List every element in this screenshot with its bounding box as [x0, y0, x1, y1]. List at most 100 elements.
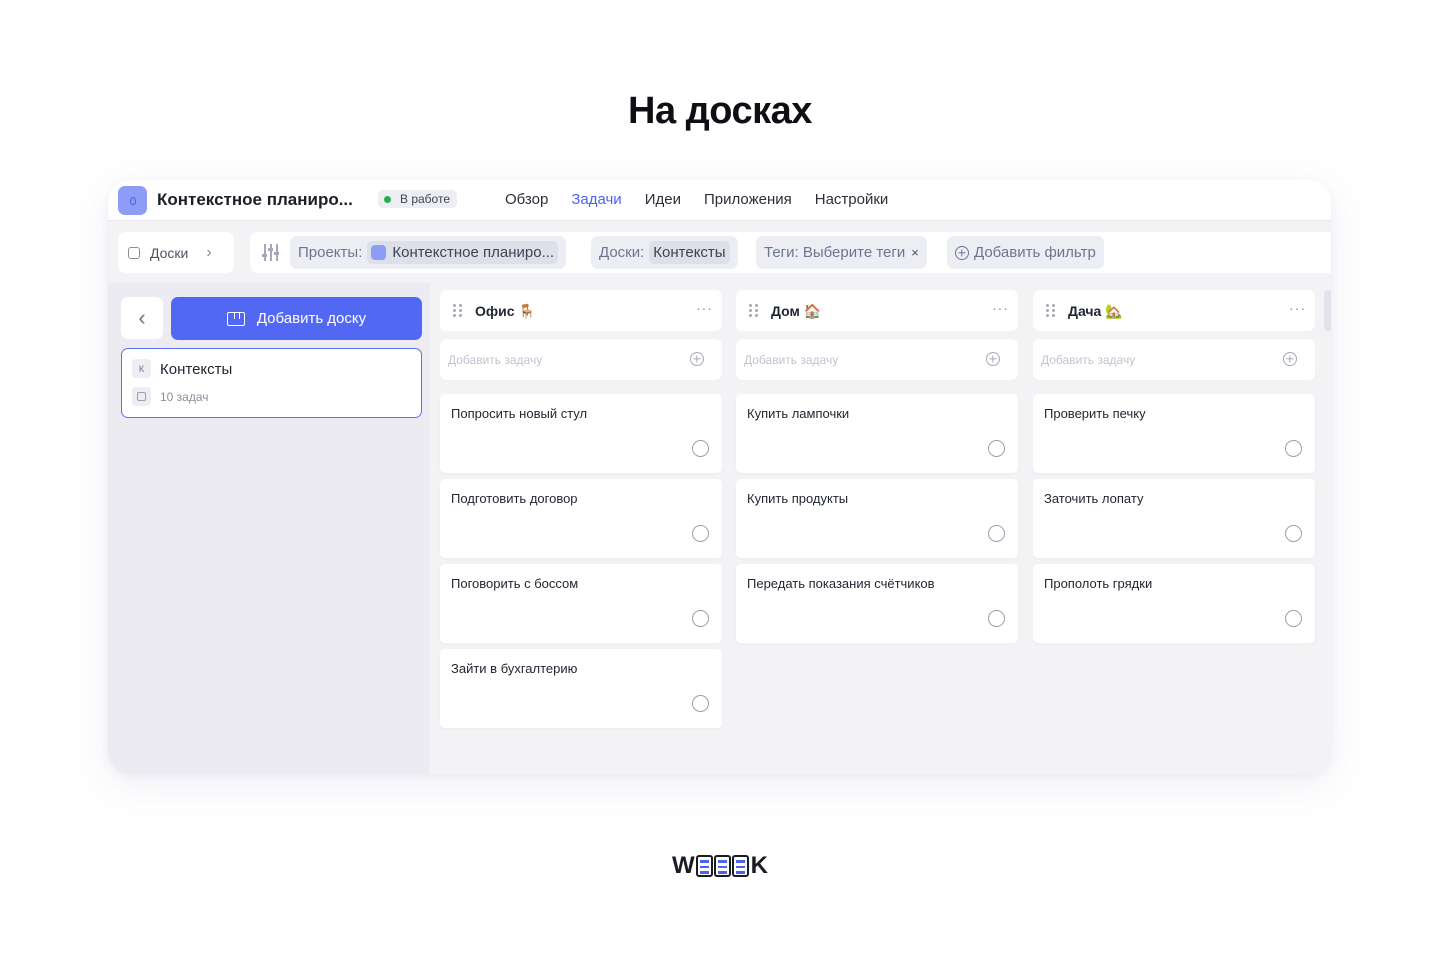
more-icon[interactable]: ···	[1289, 300, 1306, 316]
board-name: Контексты	[160, 361, 233, 378]
add-filter-label: Добавить фильтр	[974, 244, 1096, 261]
more-icon[interactable]: ···	[696, 300, 713, 316]
more-icon[interactable]: ···	[992, 300, 1009, 316]
filter-projects-value-text: Контекстное планиро...	[392, 244, 555, 261]
task-title: Поговорить с боссом	[451, 576, 579, 591]
boards-toggle-button[interactable]: Доски ›	[118, 232, 234, 273]
task-checkbox[interactable]	[692, 525, 709, 542]
filter-boards[interactable]: Доски: Контексты	[591, 236, 738, 269]
board-icon	[226, 311, 245, 326]
logo-letter-w: W	[672, 852, 695, 879]
close-icon[interactable]: ×	[911, 245, 919, 260]
task-title: Купить лампочки	[747, 406, 850, 421]
top-bar: Контекстное планиро... В работе Обзор За…	[108, 180, 1331, 221]
task-title: Передать показания счётчиков	[747, 576, 935, 591]
main-nav: Обзор Задачи Идеи Приложения Настройки	[505, 191, 911, 208]
tab-settings[interactable]: Настройки	[815, 191, 889, 208]
project-mini-icon	[371, 245, 387, 260]
column-home: Дом 🏠 ··· Добавить задачу Купить лампочк…	[736, 290, 1018, 643]
task-card[interactable]: Зайти в бухгалтерию	[440, 649, 722, 728]
status-badge[interactable]: В работе	[378, 190, 458, 208]
column-title: Офис 🪑	[475, 303, 536, 319]
app-window: Контекстное планиро... В работе Обзор За…	[108, 180, 1331, 774]
project-title[interactable]: Контекстное планиро...	[157, 190, 353, 210]
next-column-stub	[1324, 290, 1331, 331]
task-checkbox[interactable]	[692, 695, 709, 712]
chevron-right-icon: ›	[206, 243, 212, 261]
column-header[interactable]: Дача 🏡 ···	[1033, 290, 1315, 331]
add-board-button[interactable]: Добавить доску	[171, 297, 422, 340]
calendar-icon	[132, 387, 151, 406]
filter-sliders-icon[interactable]	[262, 244, 280, 261]
logo-e-glyphs-icon	[695, 855, 750, 877]
add-task-placeholder: Добавить задачу	[1041, 353, 1136, 367]
task-card[interactable]: Проверить печку	[1033, 394, 1315, 473]
plus-circle-icon[interactable]	[690, 352, 704, 366]
board-square-icon	[128, 246, 140, 259]
add-task-input[interactable]: Добавить задачу	[440, 339, 722, 380]
filter-boards-value[interactable]: Контексты	[649, 241, 730, 264]
drag-handle-icon[interactable]	[1046, 304, 1055, 318]
task-title: Заточить лопату	[1044, 491, 1144, 506]
chevron-left-icon[interactable]: ‹	[121, 297, 163, 339]
task-card[interactable]: Попросить новый стул	[440, 394, 722, 473]
task-card[interactable]: Поговорить с боссом	[440, 564, 722, 643]
board-initial-badge: К	[132, 359, 151, 378]
status-label: В работе	[400, 192, 451, 206]
tab-ideas[interactable]: Идеи	[645, 191, 681, 208]
plus-circle-icon[interactable]	[986, 352, 1000, 366]
add-task-placeholder: Добавить задачу	[744, 353, 839, 367]
column-office: Офис 🪑 ··· Добавить задачу Попросить нов…	[440, 290, 722, 728]
add-task-input[interactable]: Добавить задачу	[736, 339, 1018, 380]
boards-toggle-label: Доски	[150, 244, 189, 261]
lightbulb-icon	[129, 196, 136, 205]
task-title: Прополоть грядки	[1044, 576, 1153, 591]
weeek-logo: W K	[672, 852, 768, 880]
logo-letter-k: K	[750, 852, 768, 879]
hero-title: На досках	[628, 90, 812, 132]
task-title: Проверить печку	[1044, 406, 1146, 421]
filter-projects[interactable]: Проекты: Контекстное планиро...	[290, 236, 567, 269]
tab-tasks[interactable]: Задачи	[571, 191, 621, 208]
filter-tags[interactable]: Теги: Выберите теги ×	[756, 236, 927, 269]
add-filter-button[interactable]: Добавить фильтр	[947, 236, 1104, 269]
board-card-contexts[interactable]: К Контексты 10 задач	[121, 348, 422, 418]
boards-sidebar: ‹ Добавить доску К Контексты 10 задач	[108, 283, 430, 774]
task-card[interactable]: Купить продукты	[736, 479, 1018, 558]
task-card[interactable]: Прополоть грядки	[1033, 564, 1315, 643]
task-checkbox[interactable]	[1285, 610, 1302, 627]
plus-circle-icon	[955, 245, 969, 260]
column-header[interactable]: Дом 🏠 ···	[736, 290, 1018, 331]
drag-handle-icon[interactable]	[749, 304, 758, 318]
drag-handle-icon[interactable]	[453, 304, 462, 318]
column-title: Дача 🏡	[1068, 303, 1123, 319]
task-checkbox[interactable]	[1285, 525, 1302, 542]
task-title: Зайти в бухгалтерию	[451, 661, 578, 676]
add-board-label: Добавить доску	[256, 310, 367, 327]
column-header[interactable]: Офис 🪑 ···	[440, 290, 722, 331]
task-card[interactable]: Подготовить договор	[440, 479, 722, 558]
task-card[interactable]: Передать показания счётчиков	[736, 564, 1018, 643]
task-title: Подготовить договор	[451, 491, 578, 506]
column-dacha: Дача 🏡 ··· Добавить задачу Проверить печ…	[1033, 290, 1315, 643]
task-checkbox[interactable]	[1285, 440, 1302, 457]
task-title: Попросить новый стул	[451, 406, 588, 421]
task-card[interactable]: Купить лампочки	[736, 394, 1018, 473]
add-task-input[interactable]: Добавить задачу	[1033, 339, 1315, 380]
tab-apps[interactable]: Приложения	[704, 191, 792, 208]
filter-projects-label: Проекты:	[298, 244, 363, 261]
task-checkbox[interactable]	[988, 525, 1005, 542]
filter-boards-label: Доски:	[599, 244, 645, 261]
task-card[interactable]: Заточить лопату	[1033, 479, 1315, 558]
task-checkbox[interactable]	[988, 440, 1005, 457]
plus-circle-icon[interactable]	[1283, 352, 1297, 366]
task-checkbox[interactable]	[692, 440, 709, 457]
task-checkbox[interactable]	[988, 610, 1005, 627]
project-icon[interactable]	[118, 186, 147, 215]
filter-projects-value[interactable]: Контекстное планиро...	[367, 241, 559, 264]
tab-overview[interactable]: Обзор	[505, 191, 548, 208]
add-task-placeholder: Добавить задачу	[448, 353, 543, 367]
board-task-count: 10 задач	[160, 390, 209, 404]
task-checkbox[interactable]	[692, 610, 709, 627]
column-title: Дом 🏠	[771, 303, 822, 319]
